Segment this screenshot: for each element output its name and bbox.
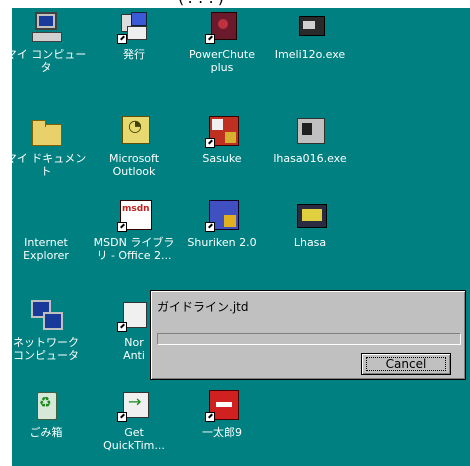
desktop-icon[interactable]: Imeli12o.exe xyxy=(268,10,352,61)
shortcut-arrow-icon xyxy=(205,412,215,422)
focus-rect xyxy=(366,357,446,371)
desktop-icon-label: 一太郎9 xyxy=(202,426,242,439)
sasuke-icon xyxy=(205,114,239,148)
desktop-icon[interactable]: PowerChute plus xyxy=(180,10,264,74)
desktop-icon[interactable]: Get QuickTim... xyxy=(92,388,176,452)
desktop-icon-label: ネットワーク コンピュータ xyxy=(13,336,79,362)
network-icon xyxy=(29,298,63,332)
progress-dialog: ガイドライン.jtd Cancel xyxy=(150,290,466,380)
installer-icon xyxy=(293,10,327,44)
desktop-icon-label: lhasa016.exe xyxy=(273,152,347,165)
norton-icon xyxy=(117,298,151,332)
top-strip: (???) xyxy=(0,0,470,8)
shortcut-arrow-icon xyxy=(205,222,215,232)
desktop-icon[interactable]: 発行 xyxy=(92,10,176,61)
desktop-icon[interactable]: Lhasa xyxy=(268,198,352,249)
desktop-icon-label: マイ コンピュータ xyxy=(5,48,87,74)
powerchute-icon xyxy=(205,10,239,44)
shuriken-icon xyxy=(205,198,239,232)
desktop-icon-label: Get QuickTim... xyxy=(103,426,165,452)
desktop-icon-label: Imeli12o.exe xyxy=(274,48,346,61)
desktop-icon[interactable]: マイ ドキュメント xyxy=(4,114,88,178)
shortcut-arrow-icon xyxy=(205,138,215,148)
folder-icon xyxy=(29,114,63,148)
msdn-icon xyxy=(117,198,152,232)
shortcut-arrow-icon xyxy=(205,34,215,44)
progress-bar xyxy=(157,333,461,345)
shortcut-arrow-icon xyxy=(117,412,127,422)
quicktime-icon xyxy=(117,388,151,422)
desktop-icon-label: Microsoft Outlook xyxy=(108,152,160,178)
desktop: マイ コンピュータ 発行 PowerChute plus Imeli12o.exe マイ… xyxy=(6,8,470,466)
lhasa-installer-icon xyxy=(293,114,327,148)
shortcut-arrow-icon xyxy=(117,34,127,44)
desktop-icon[interactable]: Internet Explorer xyxy=(4,198,88,262)
desktop-icon[interactable]: MSDN ライブラ リ - Office 2... xyxy=(92,198,176,262)
lhasa-icon xyxy=(293,198,327,232)
internet-explorer-icon xyxy=(29,198,63,232)
cancel-button[interactable]: Cancel xyxy=(361,353,451,375)
desktop-icon-label: 発行 xyxy=(123,48,145,61)
shortcut-arrow-icon xyxy=(117,222,127,232)
top-caption: (???) xyxy=(178,0,226,7)
desktop-icon-label: マイ ドキュメント xyxy=(5,152,87,178)
desktop-icon[interactable]: Shuriken 2.0 xyxy=(180,198,264,249)
desktop-icon-label: Internet Explorer xyxy=(23,236,69,262)
outlook-icon xyxy=(117,114,151,148)
dialog-title: ガイドライン.jtd xyxy=(157,300,249,314)
desktop-icon[interactable]: マイ コンピュータ xyxy=(4,10,88,74)
desktop-icon-label: Shuriken 2.0 xyxy=(187,236,257,249)
desktop-icon-label: ごみ箱 xyxy=(29,426,63,439)
computer-icon xyxy=(29,10,63,44)
desktop-icon-label: Lhasa xyxy=(293,236,327,249)
shortcut-arrow-icon xyxy=(117,322,127,332)
desktop-icon[interactable]: 一太郎9 xyxy=(180,388,264,439)
desktop-icon[interactable]: Microsoft Outlook xyxy=(92,114,176,178)
publish-icon xyxy=(117,10,151,44)
desktop-icon-label: MSDN ライブラ リ - Office 2... xyxy=(93,236,175,262)
recycle-bin-icon xyxy=(29,388,63,422)
desktop-icon[interactable]: ごみ箱 xyxy=(4,388,88,439)
desktop-icon[interactable]: ネットワーク コンピュータ xyxy=(4,298,88,362)
desktop-icon[interactable]: lhasa016.exe xyxy=(268,114,352,165)
desktop-icon-label: PowerChute plus xyxy=(189,48,255,74)
ichitaro-icon xyxy=(205,388,239,422)
desktop-icon-label: Sasuke xyxy=(202,152,242,165)
desktop-icon[interactable]: Sasuke xyxy=(180,114,264,165)
